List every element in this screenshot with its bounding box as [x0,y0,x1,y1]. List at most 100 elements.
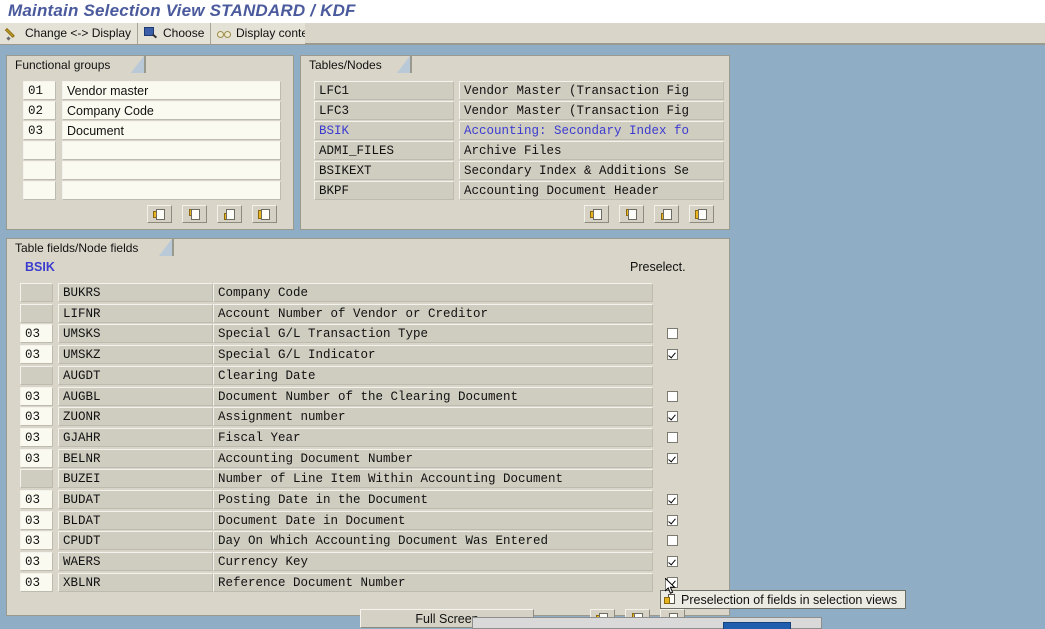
preselect-checkbox[interactable] [667,432,678,443]
table-node-description[interactable]: Vendor Master (Transaction Fig [459,101,724,120]
table-field-description[interactable]: Account Number of Vendor or Creditor [213,304,653,323]
table-field-name[interactable]: UMSKS [58,324,213,343]
table-field-description[interactable]: Currency Key [213,552,653,571]
table-field-group[interactable]: 03 [20,387,53,406]
table-field-description[interactable]: Assignment number [213,407,653,426]
table-node-name[interactable]: BSIKEXT [314,161,454,180]
table-node-description[interactable]: Secondary Index & Additions Se [459,161,724,180]
table-fields-tab-label: Table fields/Node fields [15,241,138,255]
toolbar-right-filler [305,23,1045,44]
table-field-description[interactable]: Reference Document Number [213,573,653,592]
table-field-group[interactable]: 03 [20,428,53,447]
table-node-name[interactable]: LFC3 [314,101,454,120]
table-field-name[interactable]: UMSKZ [58,345,213,364]
preselect-checkbox[interactable] [667,453,678,464]
table-field-description[interactable]: Accounting Document Number [213,449,653,468]
table-node-description[interactable]: Archive Files [459,141,724,160]
table-field-group[interactable]: 03 [20,449,53,468]
functional-group-name[interactable] [62,161,281,180]
info-icon [664,594,676,606]
table-field-name[interactable]: BUKRS [58,283,213,302]
table-field-name[interactable]: GJAHR [58,428,213,447]
table-field-description[interactable]: Day On Which Accounting Document Was Ent… [213,531,653,550]
table-field-name[interactable]: WAERS [58,552,213,571]
preselect-checkbox[interactable] [667,494,678,505]
table-field-name[interactable]: LIFNR [58,304,213,323]
table-field-name[interactable]: XBLNR [58,573,213,592]
preselect-checkbox[interactable] [667,391,678,402]
functional-groups-body: 01 Vendor master 02 Company Code 03 Docu… [7,74,293,229]
toolbar-button-label: Choose [163,23,204,44]
functional-group-name[interactable]: Vendor master [62,81,281,100]
table-field-name[interactable]: BUZEI [58,469,213,488]
table-field-group[interactable] [20,304,53,323]
functional-group-key[interactable] [23,141,56,160]
table-field-description[interactable]: Document Number of the Clearing Document [213,387,653,406]
functional-group-key[interactable]: 01 [23,81,56,100]
table-field-description[interactable]: Fiscal Year [213,428,653,447]
tables-nodes-create-table-button[interactable] [584,205,609,223]
table-field-description[interactable]: Number of Line Item Within Accounting Do… [213,469,653,488]
table-field-group[interactable]: 03 [20,407,53,426]
preselect-checkbox[interactable] [667,328,678,339]
tables-nodes-panel: Tables/Nodes LFC1 Vendor Master (Transac… [300,55,730,230]
table-node-name[interactable]: ADMI_FILES [314,141,454,160]
table-field-name[interactable]: CPUDT [58,531,213,550]
selected-table-label: BSIK [25,260,55,274]
functional-group-name[interactable] [62,181,281,200]
table-field-description[interactable]: Posting Date in the Document [213,490,653,509]
table-field-name[interactable]: BUDAT [58,490,213,509]
document-icon [226,209,235,220]
preselect-checkbox[interactable] [667,515,678,526]
table-field-group[interactable] [20,469,53,488]
table-field-description[interactable]: Company Code [213,283,653,302]
table-field-name[interactable]: AUGBL [58,387,213,406]
functional-group-key[interactable] [23,181,56,200]
preselect-checkbox[interactable] [667,556,678,567]
table-field-group[interactable]: 03 [20,573,53,592]
table-field-group[interactable]: 03 [20,511,53,530]
table-field-group[interactable]: 03 [20,345,53,364]
functional-group-key[interactable]: 02 [23,101,56,120]
background-dialog-primary-button[interactable] [723,622,791,629]
tables-nodes-copy-table-button[interactable] [619,205,644,223]
functional-group-name[interactable] [62,141,281,160]
functional-groups-copy-entry-button[interactable] [182,205,207,223]
table-field-description[interactable]: Document Date in Document [213,511,653,530]
functional-group-key[interactable] [23,161,56,180]
table-field-name[interactable]: ZUONR [58,407,213,426]
preselect-checkbox[interactable] [667,411,678,422]
table-field-group[interactable]: 03 [20,552,53,571]
functional-groups-create-entry-button[interactable] [147,205,172,223]
functional-group-key[interactable]: 03 [23,121,56,140]
table-field-group[interactable] [20,283,53,302]
table-node-name[interactable]: LFC1 [314,81,454,100]
table-field-description[interactable]: Special G/L Transaction Type [213,324,653,343]
table-field-group[interactable] [20,366,53,385]
table-node-name[interactable]: BKPF [314,181,454,200]
table-field-name[interactable]: AUGDT [58,366,213,385]
toolbar-button-choose[interactable]: Choose [138,23,211,44]
functional-groups-detail-entry-button[interactable] [252,205,277,223]
tables-nodes-delete-table-button[interactable] [654,205,679,223]
table-node-description[interactable]: Accounting: Secondary Index fo [459,121,724,140]
toolbar-button-change-display[interactable]: Change <-> Display [0,23,138,44]
tables-nodes-detail-table-button[interactable] [689,205,714,223]
table-field-description[interactable]: Clearing Date [213,366,653,385]
functional-group-name[interactable]: Document [62,121,281,140]
preselect-checkbox[interactable] [667,577,678,588]
table-field-name[interactable]: BELNR [58,449,213,468]
table-field-group[interactable]: 03 [20,531,53,550]
table-field-group[interactable]: 03 [20,490,53,509]
table-node-description[interactable]: Accounting Document Header [459,181,724,200]
table-field-name[interactable]: BLDAT [58,511,213,530]
functional-group-name[interactable]: Company Code [62,101,281,120]
preselect-checkbox[interactable] [667,535,678,546]
document-icon [261,209,270,220]
table-node-description[interactable]: Vendor Master (Transaction Fig [459,81,724,100]
table-node-name[interactable]: BSIK [314,121,454,140]
preselect-checkbox[interactable] [667,349,678,360]
table-field-description[interactable]: Special G/L Indicator [213,345,653,364]
functional-groups-delete-entry-button[interactable] [217,205,242,223]
table-field-group[interactable]: 03 [20,324,53,343]
